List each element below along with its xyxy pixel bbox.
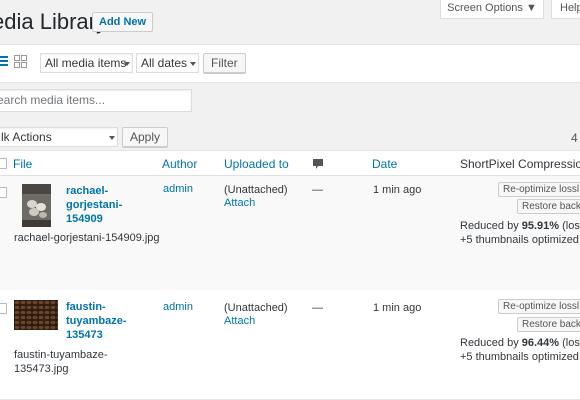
row-checkbox[interactable] [0, 303, 7, 314]
media-filename: faustin-tuyambaze- 135473.jpg [14, 349, 108, 375]
media-type-select[interactable]: All media items [40, 53, 133, 73]
author-link[interactable]: admin [163, 301, 193, 313]
attach-link[interactable]: Attach [224, 197, 255, 209]
column-uploaded-to[interactable]: Uploaded to [224, 157, 289, 171]
grid-view-icon[interactable] [14, 55, 27, 68]
row-checkbox[interactable] [0, 187, 7, 198]
date-value: 1 min ago [373, 302, 422, 314]
uploaded-status: (Unattached) [224, 184, 288, 196]
reduction-summary: Reduced by 95.91% (lossy) [460, 220, 580, 232]
bulk-actions-value: lk Actions [1, 130, 52, 144]
search-input[interactable]: earch media items... [0, 89, 192, 112]
add-new-button[interactable]: Add New [92, 12, 154, 32]
restore-backup-button[interactable]: Restore back [517, 199, 580, 214]
media-type-value: All media items [45, 56, 127, 70]
media-title-link[interactable]: rachael- gorjestani- 154909 [66, 184, 122, 226]
items-count: 4 [571, 131, 578, 145]
date-value: 1 min ago [373, 184, 422, 196]
restore-backup-button[interactable]: Restore back [517, 317, 580, 332]
thumbnail-image[interactable] [22, 184, 51, 227]
media-title-link[interactable]: faustin- tuyambaze- 135473 [66, 300, 127, 342]
column-author[interactable]: Author [162, 157, 197, 171]
bulk-actions-select[interactable]: lk Actions [0, 127, 118, 147]
select-all-checkbox[interactable] [0, 158, 7, 169]
date-value: All dates [141, 56, 188, 70]
page-title: edia Library [0, 9, 107, 34]
help-tab[interactable]: Help [551, 0, 580, 19]
comment-icon[interactable] [313, 157, 323, 169]
column-file[interactable]: File [13, 157, 32, 171]
column-date[interactable]: Date [372, 157, 397, 171]
reoptimize-button[interactable]: Re-optimize lossl [498, 182, 580, 197]
chevron-down-icon [109, 136, 115, 140]
reoptimize-button[interactable]: Re-optimize lossl [498, 299, 580, 314]
divider [0, 175, 580, 176]
screen-options-tab[interactable]: Screen Options ▼ [440, 0, 544, 19]
thumbnail-image[interactable] [14, 300, 58, 330]
author-link[interactable]: admin [163, 183, 193, 195]
thumbnails-status: +5 thumbnails optimized [460, 234, 579, 246]
date-select[interactable]: All dates [136, 53, 199, 73]
reduction-summary: Reduced by 96.44% (lossy) [460, 337, 580, 349]
comment-count: — [312, 184, 323, 196]
filter-button[interactable]: Filter [203, 53, 246, 73]
thumbnails-status: +5 thumbnails optimized [460, 351, 579, 363]
apply-button[interactable]: Apply [122, 127, 169, 147]
media-filename: rachael-gorjestani-154909.jpg [14, 232, 160, 244]
column-shortpixel: ShortPixel Compression [460, 157, 580, 171]
list-view-icon[interactable] [0, 56, 8, 68]
comment-count: — [312, 302, 323, 314]
chevron-down-icon [190, 62, 196, 66]
attach-link[interactable]: Attach [224, 315, 255, 327]
uploaded-status: (Unattached) [224, 302, 288, 314]
